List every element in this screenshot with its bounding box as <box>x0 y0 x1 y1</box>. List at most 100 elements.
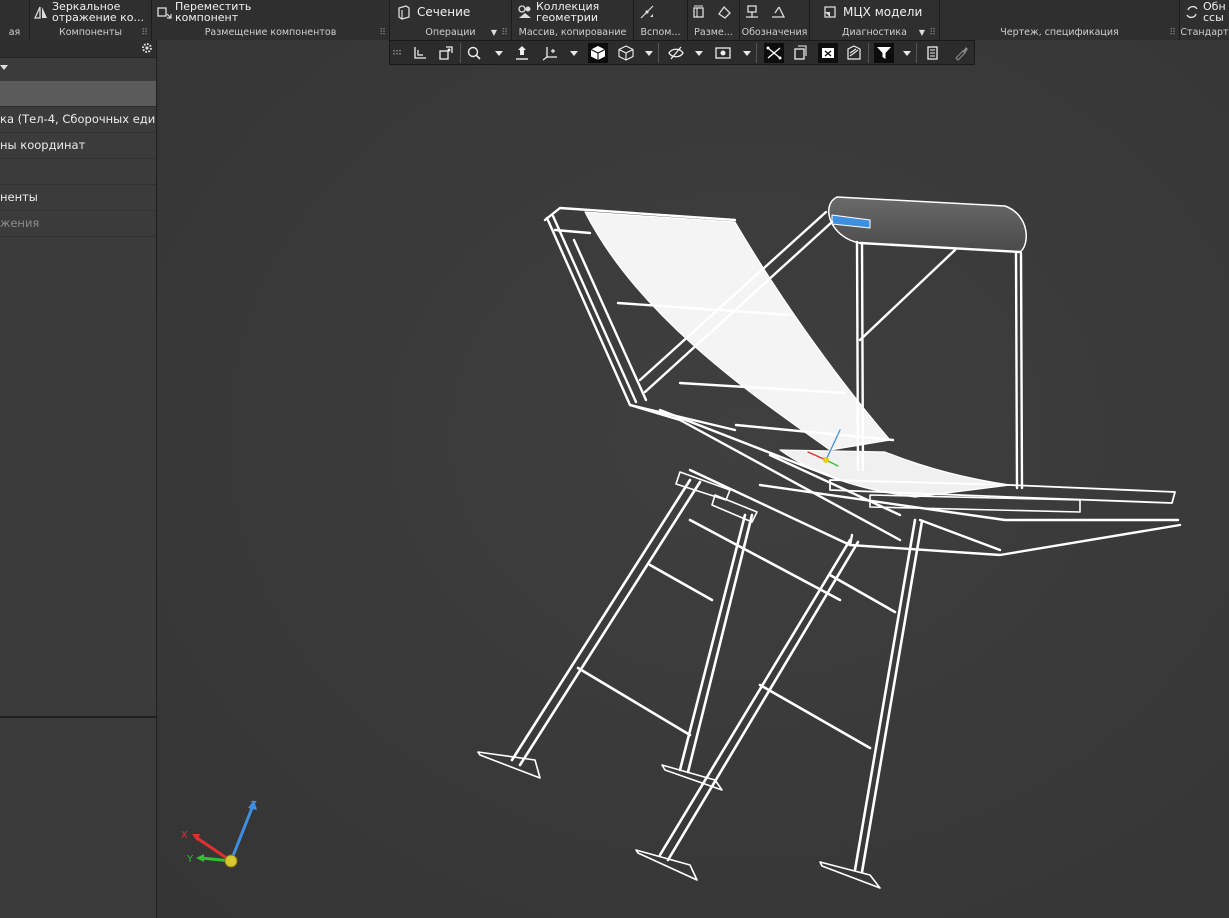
ribbon-group-dimensions: Разме... <box>688 0 740 40</box>
update-links-icon <box>1184 4 1200 20</box>
auxiliary-icon <box>639 4 655 20</box>
section-view-icon[interactable] <box>790 43 810 63</box>
command-label: ссы <box>1203 11 1224 24</box>
auxiliary-geometry-button[interactable] <box>639 0 655 24</box>
caption-text: Операции <box>425 27 476 38</box>
radius-dimension-button[interactable] <box>716 0 732 24</box>
ribbon-group-components: Зеркальное отражение ко... Компоненты ⠿ <box>30 0 152 40</box>
properties-icon[interactable] <box>923 43 943 63</box>
panel-splitter[interactable] <box>0 716 156 718</box>
separator <box>460 43 461 63</box>
grip-icon[interactable]: ⠿ <box>929 26 936 40</box>
tree-item-constraints[interactable]: жения <box>0 211 156 237</box>
ribbon-group-view: ая <box>0 0 30 40</box>
grip-icon[interactable]: ⠿ <box>379 26 386 40</box>
chevron-down-icon[interactable]: ▼ <box>919 26 925 40</box>
chevron-down-icon[interactable] <box>743 51 751 56</box>
move-component-button[interactable]: Переместить компонент <box>156 0 251 24</box>
command-label: МЦХ модели <box>843 5 923 19</box>
sketch-icon[interactable] <box>764 43 784 63</box>
update-links-button[interactable]: Обн ссы <box>1184 0 1226 24</box>
caption-text: Размещение компонентов <box>204 27 337 38</box>
rotate-icon[interactable] <box>540 43 560 63</box>
command-label: геометрии <box>536 11 599 24</box>
ribbon-group-caption: Стандарт <box>1180 27 1229 38</box>
orientation-icon[interactable] <box>410 43 430 63</box>
zoom-icon[interactable] <box>464 43 484 63</box>
ribbon-group-caption: Массив, копирование <box>518 27 627 38</box>
gear-icon[interactable] <box>140 40 154 54</box>
view-toolbar <box>389 40 975 65</box>
section-icon <box>396 4 412 20</box>
ribbon-group-caption: Компоненты ⠿ <box>30 26 151 40</box>
panel-header <box>0 40 156 58</box>
tree-item-empty[interactable] <box>0 159 156 185</box>
caption-text: Диагностика <box>842 27 907 38</box>
ribbon-group-caption: Вспом... <box>640 27 681 38</box>
shaded-icon[interactable] <box>588 43 608 63</box>
geometry-collection-icon <box>517 4 533 20</box>
chevron-down-icon[interactable] <box>903 51 911 56</box>
ribbon: ая Зеркальное отражение ко... Компоненты ⠿… <box>0 0 1229 41</box>
tree-view-dropdown[interactable] <box>0 58 156 81</box>
viewport-background <box>157 40 1229 918</box>
mirror-icon <box>33 4 49 20</box>
mass-properties-button[interactable]: МЦХ модели <box>822 0 922 24</box>
grip-icon[interactable]: ⠿ <box>1169 26 1176 40</box>
grip-icon[interactable]: ⠿ <box>501 26 508 40</box>
axis-x-label: X <box>181 830 188 841</box>
eyedropper-icon[interactable] <box>951 43 971 63</box>
ribbon-group-caption: ая <box>8 27 21 38</box>
axis-y-label: Y <box>186 854 194 865</box>
wireframe-icon[interactable] <box>616 43 636 63</box>
ribbon-group-caption: Диагностика ▼ ⠿ <box>810 26 939 40</box>
ribbon-group-standard: Обн ссы Стандарт <box>1180 0 1229 40</box>
filter-icon[interactable] <box>874 43 894 63</box>
chevron-down-icon[interactable] <box>645 51 653 56</box>
hide-icon[interactable] <box>666 43 686 63</box>
section-button[interactable]: Сечение <box>396 0 470 24</box>
toolbar-grip-icon[interactable] <box>391 43 403 63</box>
perspective-icon[interactable] <box>818 43 838 63</box>
separator <box>916 43 917 63</box>
command-label: компонент <box>175 11 239 24</box>
visibility-icon[interactable] <box>713 43 733 63</box>
dimension-button[interactable] <box>691 0 707 24</box>
pan-icon[interactable] <box>512 43 532 63</box>
chevron-down-icon[interactable]: ▼ <box>491 26 497 40</box>
model-tree-panel: ка (Тел-4, Сборочных единиц ны координат… <box>0 40 157 918</box>
view-from-normal-icon[interactable] <box>436 43 456 63</box>
lights-icon[interactable] <box>844 43 864 63</box>
axis-z-label: Z <box>250 800 257 811</box>
chevron-down-icon[interactable] <box>570 51 578 56</box>
designation-button[interactable] <box>744 0 760 24</box>
ribbon-group-placement: Переместить компонент Размещение компонен… <box>152 0 390 40</box>
chevron-down-icon[interactable] <box>495 51 503 56</box>
tree-item-components[interactable]: ненты <box>0 185 156 211</box>
ribbon-group-drawing: Чертеж, спецификация ⠿ <box>940 0 1180 40</box>
ribbon-group-designations: Обозначения <box>740 0 810 40</box>
model-view[interactable]: Z X Y <box>157 40 1229 918</box>
tree-search-input[interactable] <box>0 81 156 107</box>
ribbon-group-caption: Размещение компонентов ⠿ <box>152 26 389 40</box>
separator <box>756 43 757 63</box>
tree-item-coordinate-systems[interactable]: ны координат <box>0 133 156 159</box>
geometry-collection-button[interactable]: Коллекция геометрии <box>517 0 599 24</box>
ribbon-group-caption: Разме... <box>694 27 733 38</box>
ribbon-group-auxiliary: Вспом... <box>634 0 688 40</box>
chevron-down-icon <box>0 65 8 70</box>
caption-text: Компоненты <box>58 27 123 38</box>
command-label: Сечение <box>417 5 471 19</box>
ribbon-group-operations: Сечение Операции ▼ ⠿ <box>390 0 512 40</box>
grip-icon[interactable]: ⠿ <box>141 26 148 40</box>
3d-viewport[interactable]: Z X Y <box>157 40 1229 918</box>
ribbon-group-caption: Чертеж, спецификация ⠿ <box>940 26 1179 40</box>
ribbon-group-caption: Операции ▼ ⠿ <box>390 26 511 40</box>
chevron-down-icon[interactable] <box>695 51 703 56</box>
ribbon-group-caption: Обозначения <box>741 27 808 38</box>
mirror-component-button[interactable]: Зеркальное отражение ко... <box>33 0 144 24</box>
tree-item-root[interactable]: ка (Тел-4, Сборочных единиц <box>0 107 156 133</box>
roughness-button[interactable] <box>770 0 786 24</box>
designations-icon <box>744 4 760 20</box>
caption-text: Чертеж, спецификация <box>1000 27 1119 38</box>
